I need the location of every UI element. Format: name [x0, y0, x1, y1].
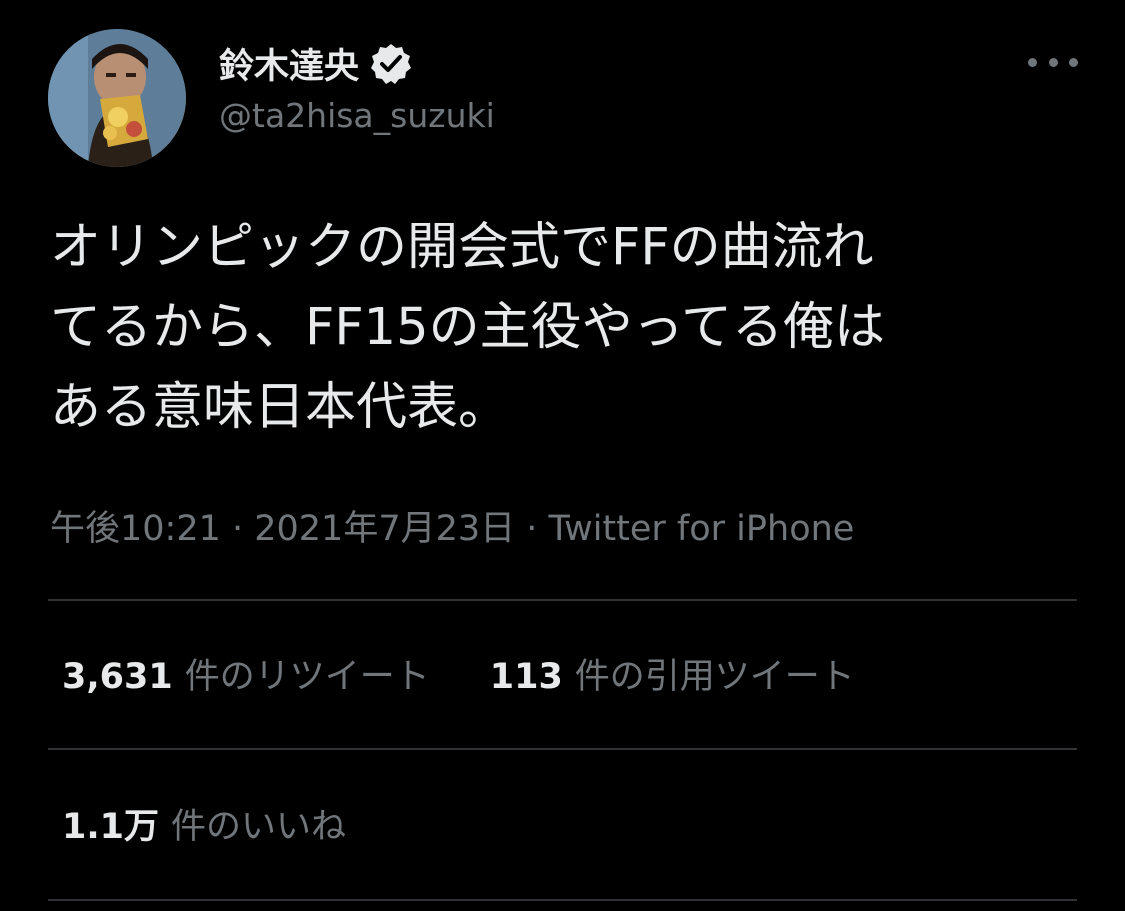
divider: [48, 899, 1077, 901]
tweet-meta: 午後10:21 · 2021年7月23日 · Twitter for iPhon…: [50, 509, 855, 549]
retweets-stat[interactable]: 3,631 件のリツイート: [62, 648, 430, 699]
more-options-icon[interactable]: [1028, 42, 1078, 82]
likes-label: 件のいいね: [171, 807, 347, 847]
author-display-name-row[interactable]: 鈴木達央: [219, 38, 413, 89]
quotes-label: 件の引用ツイート: [574, 657, 855, 697]
likes-count: 1.1万: [62, 807, 160, 847]
stats-row: 3,631 件のリツイート 113 件の引用ツイート: [62, 648, 855, 699]
quotes-count: 113: [489, 657, 563, 697]
author-display-name[interactable]: 鈴木達央: [219, 38, 359, 89]
author-handle[interactable]: @ta2hisa_suzuki: [219, 96, 495, 135]
retweets-count: 3,631: [62, 657, 173, 697]
avatar[interactable]: [48, 29, 186, 167]
avatar-image: [48, 29, 186, 167]
quotes-stat[interactable]: 113 件の引用ツイート: [490, 648, 855, 699]
likes-stat[interactable]: 1.1万 件のいいね: [62, 798, 346, 849]
verified-badge-icon: [371, 43, 412, 84]
divider: [48, 599, 1077, 601]
retweets-label: 件のリツイート: [184, 657, 430, 697]
tweet-text: オリンピックの開会式でFFの曲流れ てるから、FF15の主役やってる俺は ある意…: [50, 218, 886, 437]
divider: [48, 748, 1077, 750]
